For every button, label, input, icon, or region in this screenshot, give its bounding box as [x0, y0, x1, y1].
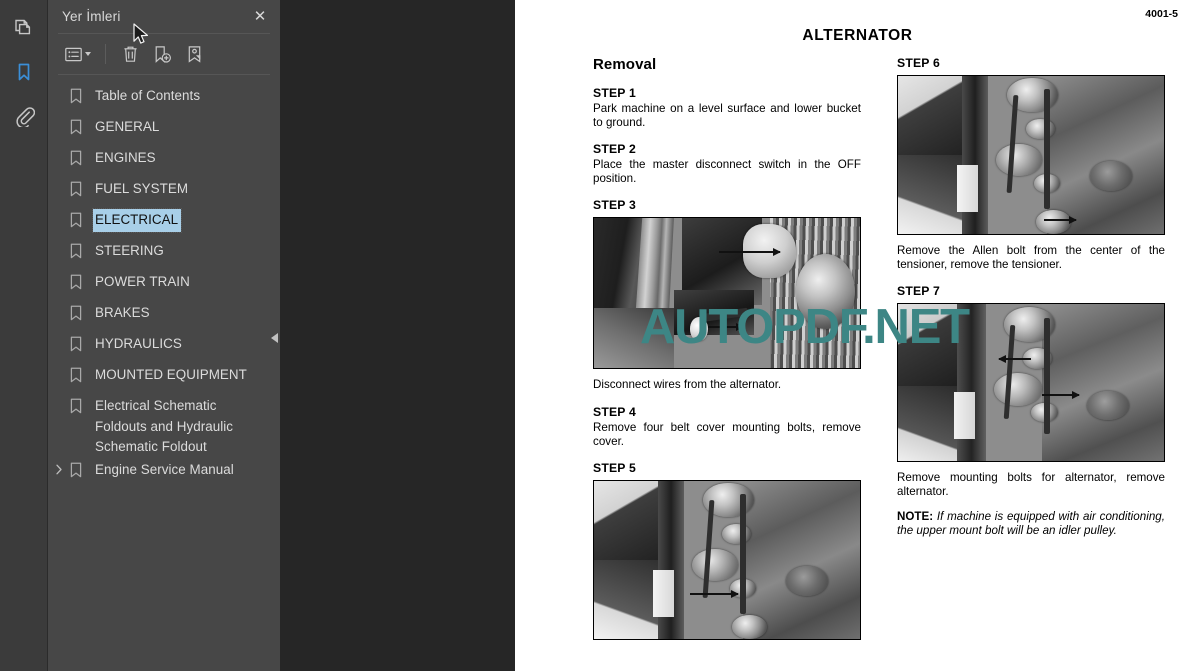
bookmark-item-11[interactable]: Engine Service Manual	[48, 459, 280, 490]
page-number: 4001-5	[1145, 8, 1178, 20]
bookmark-item-icon	[66, 271, 86, 293]
close-icon[interactable]: ✕	[250, 7, 270, 27]
right-column: STEP 6 Remove the Allen bolt from the ce…	[897, 56, 1165, 538]
step-4-text: Remove four belt cover mounting bolts, r…	[593, 420, 861, 448]
chevron-down-icon	[85, 52, 91, 56]
bookmark-list[interactable]: Table of Contents GENERAL ENGINES FUEL SYST…	[48, 75, 280, 671]
collapse-panel-button[interactable]	[268, 324, 281, 352]
bookmark-item-icon	[66, 459, 86, 481]
bookmark-item-8[interactable]: HYDRAULICS	[48, 333, 280, 364]
navigation-rail	[0, 0, 48, 671]
figure-3-caption: Remove the Allen bolt from the center of…	[897, 244, 1165, 271]
note-text: If machine is equipped with air conditio…	[897, 510, 1165, 537]
bookmark-item-icon	[66, 85, 86, 107]
note-label: NOTE:	[897, 510, 934, 524]
step-2-heading: STEP 2	[593, 142, 636, 157]
bookmark-item-label: STEERING	[95, 243, 164, 258]
bookmark-item-label: ENGINES	[95, 150, 156, 165]
bookmark-item-label: POWER TRAIN	[95, 274, 190, 289]
bookmark-icon[interactable]	[4, 52, 44, 92]
step-2-text: Place the master disconnect switch in th…	[593, 158, 861, 185]
step-5-heading: STEP 5	[593, 461, 636, 476]
bookmark-item-icon	[66, 364, 86, 386]
pdf-page: 4001-5 ALTERNATOR Removal STEP 1 Park ma…	[515, 0, 1200, 671]
step-1-text: Park machine on a level surface and lowe…	[593, 102, 861, 129]
left-column: Removal STEP 1 Park machine on a level s…	[593, 56, 861, 641]
bookmark-item-icon	[66, 333, 86, 355]
new-bookmark-button[interactable]	[147, 40, 177, 68]
bookmark-item-icon	[66, 116, 86, 138]
bookmark-item-label: BRAKES	[95, 305, 150, 320]
page-thumbnails-icon[interactable]	[4, 8, 44, 48]
chevron-left-icon	[271, 333, 278, 343]
bookmark-item-icon	[66, 240, 86, 262]
bookmarks-toolbar	[48, 34, 280, 74]
step-7-heading: STEP 7	[897, 284, 940, 299]
bookmark-item-icon	[66, 147, 86, 169]
bookmark-item-icon	[66, 302, 86, 324]
bookmark-item-label: FUEL SYSTEM	[95, 181, 189, 196]
bookmark-item-icon	[66, 395, 86, 417]
toolbar-divider	[105, 44, 106, 64]
bookmark-item-6[interactable]: POWER TRAIN	[48, 271, 280, 302]
note-block: NOTE: If machine is equipped with air co…	[897, 510, 1165, 537]
paperclip-icon[interactable]	[4, 96, 44, 136]
bookmark-item-2[interactable]: ENGINES	[48, 147, 280, 178]
panel-title: Yer İmleri	[62, 9, 121, 24]
bookmark-item-label: Electrical Schematic Foldouts and Hydrau…	[95, 398, 234, 455]
step-1-heading: STEP 1	[593, 86, 636, 100]
bookmark-item-label: Table of Contents	[95, 88, 201, 103]
bookmarks-panel-header: Yer İmleri ✕	[48, 0, 280, 33]
bookmark-item-label: Engine Service Manual	[95, 461, 234, 477]
bookmark-item-10[interactable]: Electrical Schematic Foldouts and Hydrau…	[48, 395, 280, 459]
bookmark-item-label: HYDRAULICS	[95, 336, 182, 351]
bookmarks-panel: Yer İmleri ✕ Table of Contents GENERAL E…	[48, 0, 280, 671]
figure-1-caption: Disconnect wires from the alternator.	[593, 378, 782, 392]
bookmark-item-label: GENERAL	[95, 119, 160, 134]
delete-bookmark-button[interactable]	[115, 40, 145, 68]
pdf-viewer-window: Yer İmleri ✕ Table of Contents GENERAL E…	[0, 0, 1200, 671]
figure-step-3: BD03A130	[593, 217, 861, 370]
figure-4-caption: Remove mounting bolts for alternator, re…	[897, 471, 1165, 498]
step-4-heading: STEP 4	[593, 404, 636, 419]
edit-bookmark-button[interactable]	[179, 40, 209, 68]
figure-step-6: BD03A132	[897, 75, 1165, 235]
bookmark-item-label: ELECTRICAL	[91, 208, 183, 233]
section-heading-removal: Removal	[593, 56, 657, 73]
bookmark-item-3[interactable]: FUEL SYSTEM	[48, 178, 280, 209]
step-6-heading: STEP 6	[897, 56, 940, 70]
document-viewer[interactable]: 4001-5 ALTERNATOR Removal STEP 1 Park ma…	[280, 0, 1200, 671]
bookmark-item-icon	[66, 178, 86, 200]
bookmark-item-4[interactable]: ELECTRICAL	[48, 208, 280, 240]
figure-step-7: BD03A133	[897, 303, 1165, 463]
bookmark-item-0[interactable]: Table of Contents	[48, 85, 280, 116]
figure-step-5: BD03A131	[593, 480, 861, 641]
page-title: ALTERNATOR	[802, 27, 913, 44]
options-menu-button[interactable]	[60, 40, 96, 68]
bookmark-item-1[interactable]: GENERAL	[48, 116, 280, 147]
bookmark-item-5[interactable]: STEERING	[48, 240, 280, 271]
bookmark-item-icon	[66, 209, 86, 231]
bookmark-item-7[interactable]: BRAKES	[48, 302, 280, 333]
bookmark-item-label: MOUNTED EQUIPMENT	[95, 367, 247, 382]
bookmark-item-9[interactable]: MOUNTED EQUIPMENT	[48, 364, 280, 395]
step-3-heading: STEP 3	[593, 198, 636, 213]
chevron-right-icon[interactable]	[52, 459, 66, 481]
